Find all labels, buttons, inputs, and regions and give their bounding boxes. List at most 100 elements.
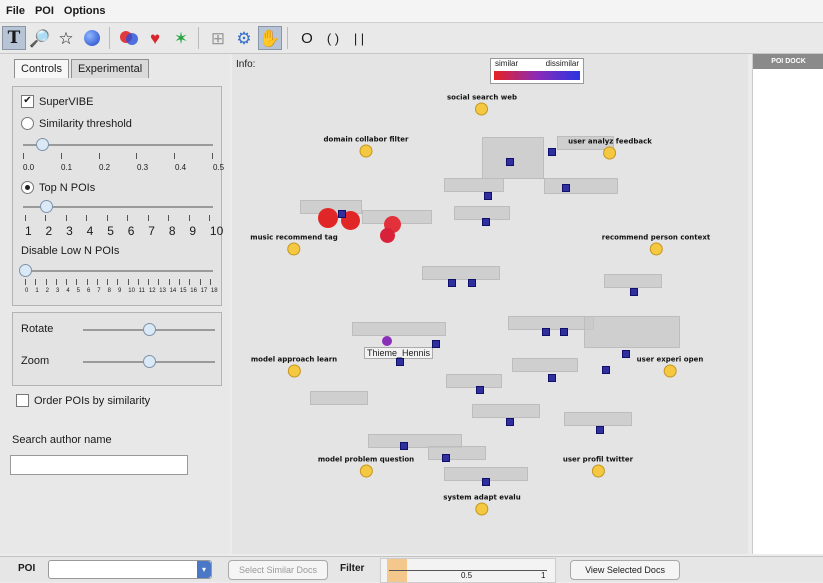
poi-dot[interactable] xyxy=(475,102,489,116)
doc-marker[interactable] xyxy=(482,478,490,486)
doc-marker[interactable] xyxy=(432,340,440,348)
poi-social-search-web[interactable]: social search web xyxy=(447,94,517,119)
disable_low-tick xyxy=(209,279,211,285)
poi-dot[interactable] xyxy=(475,502,489,516)
venn-icon[interactable] xyxy=(117,26,141,50)
doc-marker[interactable] xyxy=(396,358,404,366)
disable_low-tick xyxy=(117,279,119,285)
poi-dot[interactable] xyxy=(287,364,301,378)
bars-shape-icon[interactable]: | | xyxy=(347,26,371,50)
poi-domain-collabor-filter[interactable]: domain collabor filter xyxy=(324,136,408,161)
doc-marker[interactable] xyxy=(482,218,490,226)
doc-marker[interactable] xyxy=(622,350,630,358)
visualization-canvas[interactable]: Info: similar dissimilar Thieme_Hennis s… xyxy=(232,54,748,554)
tab-controls[interactable]: Controls xyxy=(14,59,69,78)
similarity-radio[interactable] xyxy=(21,117,34,130)
poi-dot[interactable] xyxy=(603,146,617,160)
top_n-tick xyxy=(65,215,67,221)
filter-range-slider[interactable]: 0.5 1 xyxy=(380,558,556,583)
left-panel: Controls Experimental ✔ SuperVIBE Simila… xyxy=(0,54,230,554)
doc-marker[interactable] xyxy=(506,158,514,166)
poi-dot[interactable] xyxy=(359,464,373,478)
menu-poi[interactable]: POI xyxy=(29,5,58,17)
menu-bar: File POI Options xyxy=(0,0,823,23)
blurred-label xyxy=(446,374,502,388)
poi-dot[interactable] xyxy=(649,242,663,256)
doc-marker[interactable] xyxy=(442,454,450,462)
poi-select[interactable]: ▾ xyxy=(48,560,212,579)
poi-user-experi-open[interactable]: user experi open xyxy=(637,356,703,381)
poi-recommend-person-context[interactable]: recommend person context xyxy=(602,234,710,259)
poi-dock[interactable]: POI DOCK xyxy=(752,54,823,554)
poi-label: social search web xyxy=(447,93,517,102)
chevron-down-icon[interactable]: ▾ xyxy=(197,561,211,578)
doc-marker[interactable] xyxy=(400,442,408,450)
blurred-label xyxy=(564,412,632,426)
doc-marker[interactable] xyxy=(602,366,610,374)
sphere-icon[interactable] xyxy=(80,26,104,50)
topn-slider-thumb[interactable] xyxy=(39,200,53,213)
supervibe-checkbox[interactable]: ✔ xyxy=(21,95,34,108)
doc-marker[interactable] xyxy=(542,328,550,336)
doc-marker[interactable] xyxy=(630,288,638,296)
similar-doc-dot[interactable] xyxy=(380,228,395,243)
top_n-tick xyxy=(106,215,108,221)
search-author-input[interactable] xyxy=(10,455,188,475)
poi-dot[interactable] xyxy=(663,364,677,378)
rotate-slider-thumb[interactable] xyxy=(143,323,156,336)
poi-music-recommend-tag[interactable]: music recommend tag xyxy=(250,234,338,259)
similarity-tick xyxy=(136,153,138,159)
poi-model-approach-learn[interactable]: model approach learn xyxy=(251,356,337,381)
legend-dissimilar: dissimilar xyxy=(545,59,579,68)
gear-icon[interactable]: ⚙ xyxy=(232,26,256,50)
tab-experimental[interactable]: Experimental xyxy=(70,59,150,78)
arc-shape-icon[interactable]: ( ) xyxy=(321,26,345,50)
select-similar-docs-button[interactable]: Select Similar Docs xyxy=(228,560,328,580)
doc-marker[interactable] xyxy=(476,386,484,394)
toolbar-separator xyxy=(109,27,110,49)
doc-marker[interactable] xyxy=(548,148,556,156)
similar-doc-dot[interactable] xyxy=(318,208,338,228)
sparkle-icon[interactable]: ✶ xyxy=(169,26,193,50)
magnifier-icon[interactable]: 🔎 xyxy=(28,26,52,50)
poi-dot[interactable] xyxy=(287,242,301,256)
grid-icon[interactable]: ⊞ xyxy=(206,26,230,50)
heart-icon[interactable]: ♥ xyxy=(143,26,167,50)
zoom-label: Zoom xyxy=(21,355,50,367)
topn-radio[interactable] xyxy=(21,181,34,194)
author-dot[interactable] xyxy=(382,336,392,346)
doc-marker[interactable] xyxy=(560,328,568,336)
poi-dot[interactable] xyxy=(359,144,373,158)
doc-marker[interactable] xyxy=(468,279,476,287)
doc-marker[interactable] xyxy=(484,192,492,200)
view-selected-docs-button[interactable]: View Selected Docs xyxy=(570,560,680,580)
text-tool-icon[interactable]: T xyxy=(2,26,26,50)
similarity-slider-thumb[interactable] xyxy=(36,138,49,151)
doc-marker[interactable] xyxy=(562,184,570,192)
poi-dot[interactable] xyxy=(591,464,605,478)
zoom-slider-thumb[interactable] xyxy=(143,355,156,368)
menu-file[interactable]: File xyxy=(0,5,29,17)
disable-low-slider-thumb[interactable] xyxy=(19,264,32,277)
circle-shape-icon[interactable]: O xyxy=(295,26,319,50)
doc-marker[interactable] xyxy=(338,210,346,218)
disable_low-tick xyxy=(199,279,201,285)
doc-marker[interactable] xyxy=(548,374,556,382)
order-checkbox[interactable] xyxy=(16,394,29,407)
disable_low-tick xyxy=(96,279,98,285)
top_n-tick xyxy=(147,215,149,221)
blurred-label xyxy=(584,316,680,348)
disable_low-tick xyxy=(66,279,68,285)
poi-user-profil-twitter[interactable]: user profil twitter xyxy=(563,456,633,481)
doc-marker[interactable] xyxy=(506,418,514,426)
top_n-tick xyxy=(25,215,26,221)
hand-icon[interactable]: ✋ xyxy=(258,26,282,50)
menu-options[interactable]: Options xyxy=(58,5,110,17)
poi-user-analyz-feedback[interactable]: user analyz feedback xyxy=(568,138,652,163)
star-icon[interactable]: ☆ xyxy=(54,26,78,50)
doc-marker[interactable] xyxy=(448,279,456,287)
poi-system-adapt-evalu[interactable]: system adapt evalu xyxy=(443,494,521,519)
disable_low-tick xyxy=(25,279,26,285)
poi-model-problem-question[interactable]: model problem question xyxy=(318,456,414,481)
doc-marker[interactable] xyxy=(596,426,604,434)
